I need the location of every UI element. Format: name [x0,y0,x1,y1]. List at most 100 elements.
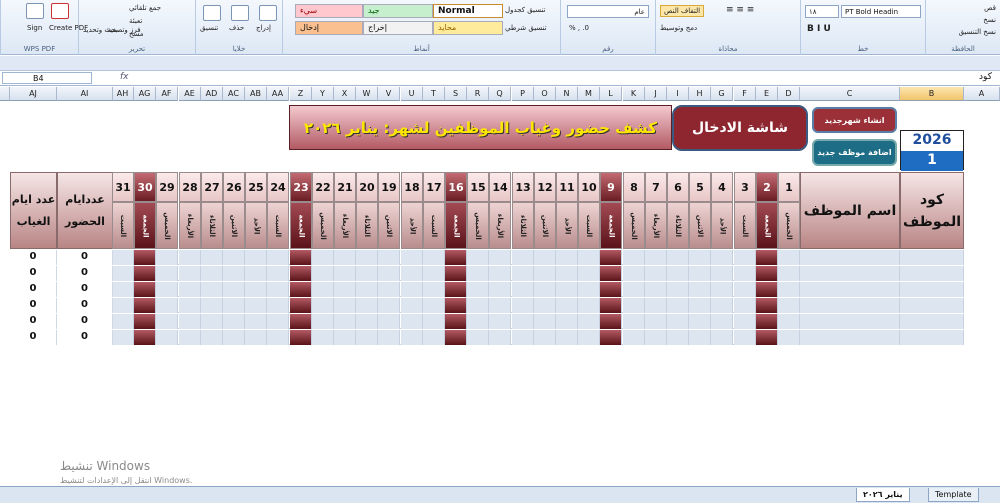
day-cell[interactable] [223,330,245,345]
day-cell[interactable] [378,266,400,281]
day-cell[interactable] [711,330,733,345]
absence-count[interactable]: 0 [10,298,57,313]
day-cell[interactable] [356,250,378,265]
day-cell[interactable] [445,330,467,345]
day-cell[interactable] [645,314,667,329]
day-cell[interactable] [489,298,511,313]
day-cell[interactable] [623,330,645,345]
day-cell[interactable] [267,330,289,345]
day-cell[interactable] [423,266,445,281]
day-cell[interactable] [356,282,378,297]
day-cell[interactable] [156,314,178,329]
day-cell[interactable] [689,298,711,313]
day-cell[interactable] [512,250,534,265]
day-cell[interactable] [423,330,445,345]
format-as-table-button[interactable]: تنسيق كجدول [505,6,545,14]
day-cell[interactable] [112,330,134,345]
day-cell[interactable] [711,282,733,297]
percent-comma-icons[interactable]: % , .0 [569,24,589,32]
column-header-ae[interactable]: AE [179,87,201,101]
day-cell[interactable] [711,298,733,313]
day-cell[interactable] [378,282,400,297]
day-cell[interactable] [556,266,578,281]
cell[interactable] [800,298,900,313]
attendance-count[interactable]: 0 [57,330,113,345]
day-cell[interactable] [756,250,778,265]
day-cell[interactable] [578,298,600,313]
day-cell[interactable] [756,314,778,329]
day-cell[interactable] [334,282,356,297]
day-cell[interactable] [512,298,534,313]
day-cell[interactable] [445,266,467,281]
style-output[interactable]: إخراج [363,21,433,35]
day-cell[interactable] [467,298,489,313]
conditional-format-button[interactable]: تنسيق شرطي [505,24,547,32]
day-cell[interactable] [356,266,378,281]
column-header-b[interactable]: B [900,87,964,101]
day-cell[interactable] [645,330,667,345]
day-cell[interactable] [201,314,223,329]
day-cell[interactable] [645,282,667,297]
merge-center-button[interactable]: دمج وتوسيط [660,24,697,32]
day-cell[interactable] [290,282,312,297]
column-header-f[interactable]: F [734,87,756,101]
column-header-o[interactable]: O [534,87,556,101]
day-cell[interactable] [245,250,267,265]
fx-icon[interactable]: fx [120,72,129,82]
style-neutral[interactable]: محايد [433,21,503,35]
absence-count[interactable]: 0 [10,250,57,265]
column-header-x[interactable]: X [334,87,356,101]
table-row[interactable]: 00 [10,282,964,297]
day-cell[interactable] [445,282,467,297]
day-cell[interactable] [623,298,645,313]
day-cell[interactable] [778,314,800,329]
day-cell[interactable] [312,314,334,329]
day-cell[interactable] [245,330,267,345]
column-header-y[interactable]: Y [312,87,334,101]
day-cell[interactable] [556,298,578,313]
day-cell[interactable] [756,330,778,345]
cell[interactable] [900,250,964,265]
tab-template[interactable]: Template [928,488,979,502]
day-cell[interactable] [689,266,711,281]
day-cell[interactable] [534,250,556,265]
day-cell[interactable] [489,266,511,281]
cut-button[interactable]: قص [984,4,996,12]
day-cell[interactable] [445,298,467,313]
day-cell[interactable] [667,282,689,297]
column-header-s[interactable]: S [445,87,467,101]
column-header-i[interactable]: I [667,87,689,101]
day-cell[interactable] [556,250,578,265]
day-cell[interactable] [667,330,689,345]
column-header-u[interactable]: U [401,87,423,101]
select-all-corner[interactable] [0,87,10,101]
day-cell[interactable] [467,282,489,297]
day-cell[interactable] [356,330,378,345]
format-painter-button[interactable]: نسخ التنسيق [959,28,996,36]
column-header-af[interactable]: AF [156,87,178,101]
day-cell[interactable] [312,330,334,345]
attendance-count[interactable]: 0 [57,250,113,265]
day-cell[interactable] [623,314,645,329]
column-header-e[interactable]: E [756,87,778,101]
day-cell[interactable] [423,250,445,265]
day-cell[interactable] [734,250,756,265]
day-cell[interactable] [556,282,578,297]
style-normal[interactable]: Normal [433,4,503,18]
day-cell[interactable] [600,282,622,297]
column-header-v[interactable]: V [378,87,400,101]
column-header-z[interactable]: Z [290,87,312,101]
day-cell[interactable] [378,250,400,265]
style-bad[interactable]: سيء [295,4,363,18]
day-cell[interactable] [112,314,134,329]
day-cell[interactable] [600,330,622,345]
table-row[interactable]: 00 [10,298,964,313]
style-input[interactable]: إدخال [295,21,363,35]
absence-count[interactable]: 0 [10,282,57,297]
day-cell[interactable] [156,298,178,313]
day-cell[interactable] [156,282,178,297]
day-cell[interactable] [401,266,423,281]
day-cell[interactable] [689,250,711,265]
day-cell[interactable] [467,266,489,281]
day-cell[interactable] [734,266,756,281]
